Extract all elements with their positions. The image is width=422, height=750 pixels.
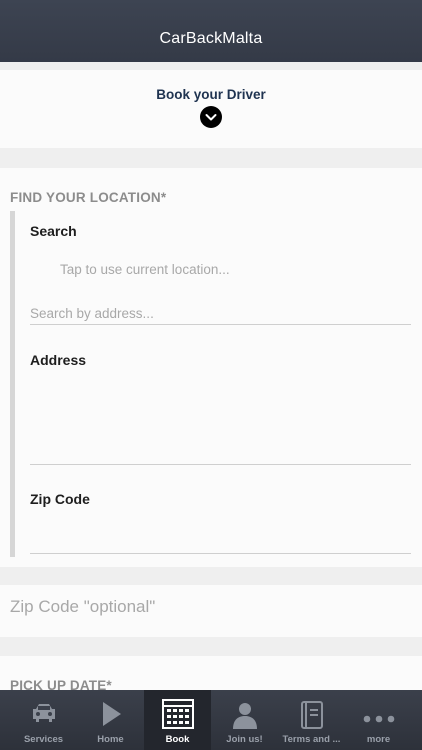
chevron-down-icon[interactable] (200, 106, 222, 128)
address-label: Address (30, 352, 87, 368)
section-left-bar (10, 211, 15, 557)
tab-more[interactable]: more (345, 690, 412, 750)
address-input[interactable] (30, 380, 411, 465)
more-icon (363, 710, 395, 728)
tab-book-label: Book (165, 734, 190, 745)
tab-services[interactable]: Services (10, 690, 77, 750)
tab-join-us-label: Join us! (226, 734, 263, 745)
tab-more-label: more (366, 734, 391, 745)
car-icon (30, 701, 58, 730)
search-address-input[interactable] (30, 302, 411, 325)
tab-home[interactable]: Home (77, 690, 144, 750)
play-icon (99, 701, 123, 732)
book-driver-title: Book your Driver (156, 87, 266, 102)
zip-code-label: Zip Code (30, 491, 90, 507)
tab-bar: Services Home Book Join us! Terms and ..… (0, 690, 422, 750)
tab-terms-label: Terms and ... (282, 734, 341, 745)
tab-services-label: Services (23, 734, 64, 745)
tab-terms[interactable]: Terms and ... (278, 690, 345, 750)
tab-book[interactable]: Book (144, 690, 211, 750)
search-label: Search (30, 223, 77, 239)
zip-optional-input[interactable] (10, 590, 410, 624)
app-title: CarBackMalta (159, 30, 263, 47)
current-location-link[interactable]: Tap to use current location... (60, 262, 230, 277)
zip-code-input[interactable] (30, 520, 411, 554)
nav-bar: CarBackMalta (0, 0, 422, 62)
find-location-heading: FIND YOUR LOCATION* (10, 190, 167, 205)
document-icon (300, 701, 324, 734)
person-icon (231, 701, 259, 734)
tab-join-us[interactable]: Join us! (211, 690, 278, 750)
tab-home-label: Home (97, 734, 124, 745)
calendar-icon (161, 699, 194, 734)
